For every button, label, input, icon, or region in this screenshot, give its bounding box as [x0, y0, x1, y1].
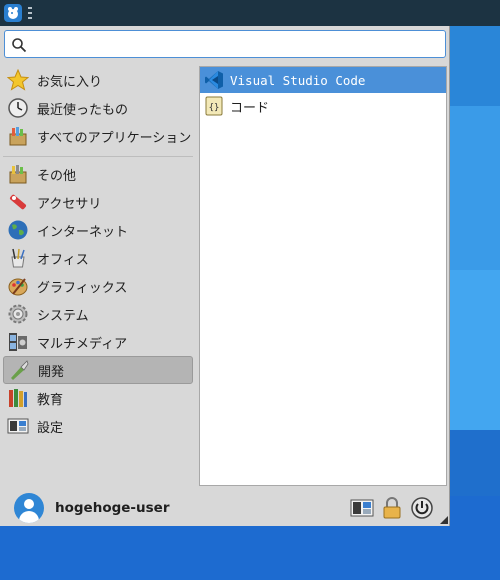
category-education[interactable]: 教育 — [3, 384, 193, 412]
category-label: アクセサリ — [37, 196, 102, 212]
category-system[interactable]: システム — [3, 300, 193, 328]
clock-icon — [8, 98, 28, 118]
gear-icon — [8, 304, 28, 324]
desktop-background — [450, 26, 500, 106]
settings-icon — [7, 418, 29, 434]
app-label: コード — [230, 100, 270, 116]
desktop-background — [450, 270, 500, 430]
category-label: すべてのアプリケーション — [37, 130, 192, 146]
code-file-icon: {} — [205, 96, 223, 116]
application-list: Visual Studio Code {} コード — [199, 66, 447, 486]
category-graphics[interactable]: グラフィックス — [3, 272, 193, 300]
category-label: 最近使ったもの — [37, 102, 129, 118]
settings-manager-button[interactable] — [350, 497, 374, 519]
resize-grip-icon[interactable] — [440, 516, 448, 524]
username: hogehoge-user — [55, 500, 170, 516]
power-icon — [411, 497, 433, 519]
category-label: 教育 — [37, 392, 64, 408]
desktop-background — [450, 106, 500, 276]
category-label: 開発 — [38, 364, 65, 380]
category-favorites[interactable]: お気に入り — [3, 66, 193, 94]
category-accessories[interactable]: アクセサリ — [3, 188, 193, 216]
category-label: マルチメディア — [37, 336, 128, 352]
search-icon — [12, 38, 27, 53]
category-other[interactable]: その他 — [3, 160, 193, 188]
svg-text:{}: {} — [209, 103, 220, 113]
log-out-button[interactable] — [410, 497, 434, 519]
accessories-icon — [9, 194, 27, 210]
category-multimedia[interactable]: マルチメディア — [3, 328, 193, 356]
whisker-menu-button[interactable] — [4, 4, 22, 22]
lock-screen-button[interactable] — [380, 497, 404, 519]
education-icon — [9, 389, 27, 407]
category-label: システム — [37, 308, 89, 324]
panel-handle[interactable] — [28, 7, 32, 19]
menu-footer: hogehoge-user — [0, 492, 450, 526]
category-office[interactable]: オフィス — [3, 244, 193, 272]
separator — [3, 156, 193, 157]
category-label: 設定 — [37, 420, 64, 436]
multimedia-icon — [9, 333, 27, 351]
other-icon — [9, 165, 27, 184]
lock-icon — [383, 497, 401, 519]
app-item-visual-studio-code[interactable]: Visual Studio Code — [200, 67, 446, 93]
category-label: その他 — [37, 168, 77, 184]
xfce-logo-icon — [4, 4, 22, 22]
globe-icon — [8, 220, 28, 240]
category-label: インターネット — [37, 224, 129, 240]
category-development[interactable]: 開発 — [3, 356, 193, 384]
category-recent[interactable]: 最近使ったもの — [3, 94, 193, 122]
category-settings[interactable]: 設定 — [3, 412, 193, 440]
category-label: グラフィックス — [37, 280, 128, 296]
category-label: お気に入り — [37, 74, 103, 90]
app-label: Visual Studio Code — [230, 72, 366, 88]
top-panel — [0, 0, 500, 26]
app-item-code[interactable]: {} コード — [200, 93, 446, 119]
palette-icon — [8, 278, 28, 296]
category-all-applications[interactable]: すべてのアプリケーション — [3, 122, 193, 150]
star-icon — [7, 69, 29, 91]
category-label: オフィス — [37, 252, 89, 268]
user-avatar-icon — [14, 493, 44, 523]
vscode-icon — [205, 71, 223, 89]
search-input[interactable] — [4, 30, 446, 58]
application-menu: お気に入り 最近使ったもの すべてのアプリケーション その他 アクセサリ インタ… — [0, 26, 450, 526]
category-internet[interactable]: インターネット — [3, 216, 193, 244]
settings-icon — [350, 499, 374, 517]
category-list: お気に入り 最近使ったもの すべてのアプリケーション その他 アクセサリ インタ… — [3, 66, 193, 440]
office-icon — [11, 248, 25, 268]
development-icon — [11, 360, 29, 380]
all-apps-icon — [9, 127, 27, 146]
